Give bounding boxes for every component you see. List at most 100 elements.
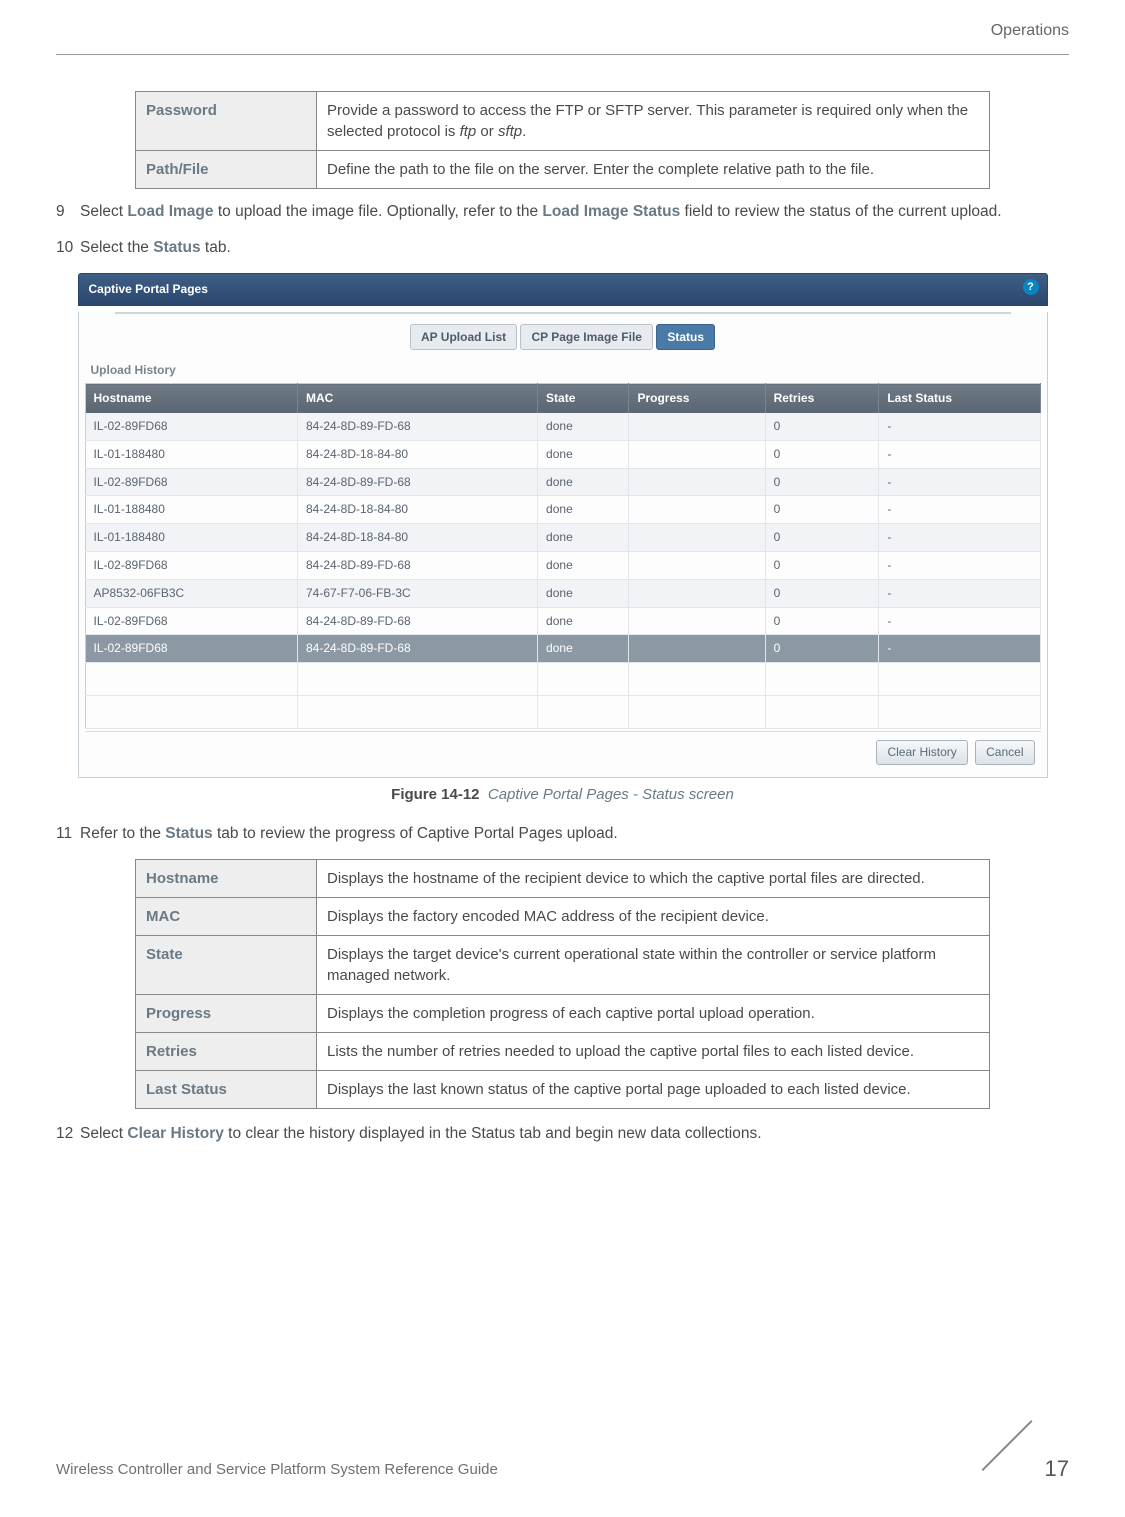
cell [538,696,629,729]
table-row[interactable]: IL-02-89FD6884-24-8D-89-FD-68done0- [85,635,1040,663]
col-hostname[interactable]: Hostname [85,384,297,413]
footer-buttons: Clear History Cancel [85,731,1041,771]
clear-history-button[interactable]: Clear History [876,740,967,765]
table-row[interactable]: IL-02-89FD6884-24-8D-89-FD-68done0- [85,551,1040,579]
cell: - [879,440,1040,468]
cell [879,663,1040,696]
text: . [522,123,526,140]
cell: - [879,635,1040,663]
cell: 0 [765,635,879,663]
field-desc: Displays the hostname of the recipient d… [317,859,990,897]
cell: - [879,579,1040,607]
col-mac[interactable]: MAC [297,384,537,413]
cell: 0 [765,524,879,552]
cell: IL-01-188480 [85,524,297,552]
text: Select [80,203,127,220]
help-icon[interactable]: ? [1023,279,1039,295]
table-row[interactable]: IL-02-89FD6884-24-8D-89-FD-68done0- [85,607,1040,635]
cell: 84-24-8D-89-FD-68 [297,635,537,663]
step-number: 9 [56,201,80,223]
cell [629,468,765,496]
col-progress[interactable]: Progress [629,384,765,413]
col-state[interactable]: State [538,384,629,413]
cell: 74-67-F7-06-FB-3C [297,579,537,607]
text-em: ftp [460,123,477,140]
keyword: Status [165,825,212,842]
tab-ap-upload-list[interactable]: AP Upload List [410,324,517,351]
field-label: MAC [136,897,317,935]
footer-title: Wireless Controller and Service Platform… [56,1459,498,1480]
param-desc: Provide a password to access the FTP or … [317,92,990,151]
cell: done [538,579,629,607]
table-row[interactable]: IL-02-89FD6884-24-8D-89-FD-68done0- [85,468,1040,496]
cell [765,696,879,729]
table-row[interactable]: IL-01-18848084-24-8D-18-84-80done 0- [85,524,1040,552]
section-header: Operations [56,20,1069,42]
table-row-empty [85,663,1040,696]
cell: IL-01-188480 [85,440,297,468]
cell: 0 [765,579,879,607]
cell: done [538,607,629,635]
cell: done [538,524,629,552]
cell: IL-02-89FD68 [85,468,297,496]
cell [297,663,537,696]
table-row[interactable]: AP8532-06FB3C74-67-F7-06-FB-3Cdone0- [85,579,1040,607]
step-number: 10 [56,237,80,259]
cell: done [538,496,629,524]
text: to clear the history displayed in the St… [224,1125,762,1142]
cell: done [538,551,629,579]
text: to upload the image file. Optionally, re… [214,203,543,220]
cell: 84-24-8D-89-FD-68 [297,468,537,496]
field-desc: Displays the target device's current ope… [317,935,990,994]
step-number: 11 [56,823,80,845]
table-row[interactable]: IL-02-89FD6884-24-8D-89-FD-68done0- [85,413,1040,440]
cell: 0 [765,496,879,524]
col-last-status[interactable]: Last Status [879,384,1040,413]
cell: 84-24-8D-89-FD-68 [297,607,537,635]
text-em: sftp [498,123,522,140]
cell [297,696,537,729]
cell: 0 [765,551,879,579]
cell: 0 [765,413,879,440]
cell: 84-24-8D-18-84-80 [297,524,537,552]
table-row[interactable]: IL-01-18848084-24-8D-18-84-80done0- [85,496,1040,524]
field-desc: Displays the completion progress of each… [317,994,990,1032]
keyword: Load Image Status [542,203,680,220]
cell: 84-24-8D-18-84-80 [297,496,537,524]
cell: - [879,496,1040,524]
cell [629,696,765,729]
figure-caption: Figure 14-12 Captive Portal Pages - Stat… [56,784,1069,805]
cell [629,524,765,552]
cancel-button[interactable]: Cancel [975,740,1034,765]
cell: - [879,607,1040,635]
text: Select the [80,239,153,256]
keyword: Status [153,239,200,256]
param-table: Password Provide a password to access th… [135,91,990,189]
cell: IL-02-89FD68 [85,635,297,663]
cell [629,607,765,635]
cell [629,496,765,524]
param-label: Password [136,92,317,151]
text: tab. [201,239,231,256]
cell [765,663,879,696]
cell [538,663,629,696]
cell: IL-02-89FD68 [85,413,297,440]
field-label: State [136,935,317,994]
field-label: Last Status [136,1070,317,1108]
field-label: Progress [136,994,317,1032]
tab-status[interactable]: Status [656,324,715,351]
cell [629,579,765,607]
cell: 84-24-8D-18-84-80 [297,440,537,468]
keyword: Clear History [127,1125,223,1142]
field-desc: Displays the factory encoded MAC address… [317,897,990,935]
cell [629,551,765,579]
table-row[interactable]: IL-01-18848084-24-8D-18-84-80done0- [85,440,1040,468]
cell: - [879,524,1040,552]
cell: 0 [765,440,879,468]
cell: - [879,468,1040,496]
panel-title-text: Captive Portal Pages [89,282,208,296]
cell [85,696,297,729]
tab-cp-page-image-file[interactable]: CP Page Image File [520,324,653,351]
col-retries[interactable]: Retries [765,384,879,413]
page-footer: Wireless Controller and Service Platform… [56,1447,1069,1491]
